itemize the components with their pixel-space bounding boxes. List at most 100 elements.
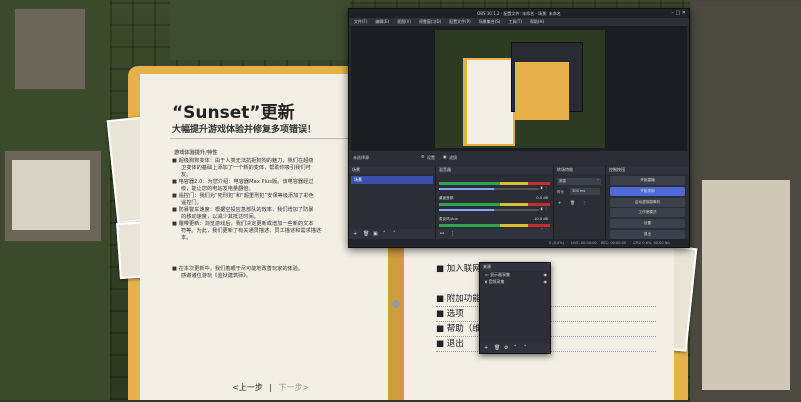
menu-docks[interactable]: 停靠窗口(D) (419, 19, 441, 24)
mixer-track: ◖ ⋮ (439, 175, 550, 195)
obs-preview[interactable] (351, 26, 687, 151)
trash-icon[interactable]: 🗑 (494, 345, 500, 351)
mixer-dock: 混音器 ◖ ⋮桌面音频0.0 dB◖ ⋮麦克风/Aux-10.0 dB◖ ⋮ ⚯… (436, 166, 554, 239)
volume-meter (439, 182, 550, 185)
window-controls: – □ ✕ (671, 9, 686, 18)
control-button[interactable]: 退出 (610, 229, 685, 239)
add-icon[interactable]: + (353, 231, 357, 237)
feature-list: ■ 超级狗狗变体：由于人类无法抗拒狗狗的魅力，我们在超级 卫变体的基础上添加了一… (172, 158, 372, 242)
minimize-icon[interactable]: – (671, 10, 674, 16)
control-button[interactable]: 启动虚拟摄像机 (610, 197, 685, 207)
scene-item[interactable]: 场景 (351, 176, 433, 184)
more-icon[interactable]: ⋮ (544, 185, 548, 190)
mixer-footer: ⚯ ⋮ (436, 229, 553, 239)
gear-icon[interactable]: ⚙ (504, 345, 508, 351)
sources-footer: + 🗑 ⚙ ˄ ˅ (480, 343, 550, 353)
link-icon[interactable]: ⚯ (440, 231, 444, 237)
title-divider (170, 138, 370, 139)
transition-more-icon[interactable]: ⋮ (582, 200, 586, 205)
prev-page-link[interactable]: <上一步 (232, 383, 263, 392)
obs-titlebar: OBS 30.1.2 - 配置文件: 未命名 - 场景: 未命名 (349, 9, 689, 18)
mixer-header: 混音器 (436, 166, 553, 174)
transition-trash-icon[interactable]: 🗑 (570, 200, 575, 205)
close-icon[interactable]: ✕ (682, 10, 686, 16)
transitions-dock: 转场特效 渐变 ˅ 时长 300 ms + 🗑 ⋮ (554, 166, 606, 239)
nav-separator: | (269, 383, 272, 392)
menu-scene-collection[interactable]: 场景集合(S) (479, 19, 501, 24)
preview-capture (435, 30, 605, 148)
menu-profile[interactable]: 配置文件(P) (449, 19, 471, 24)
feature-line: 符等。为此，我们更新了有关通员描述、员工描述和需求描述 (181, 228, 322, 234)
feature-line: 级，能让您的电站发电量翻倍。 (181, 186, 254, 192)
more-icon[interactable]: ⋮ (450, 231, 455, 237)
menu-view[interactable]: 视图(V) (397, 19, 411, 24)
source-settings-button[interactable]: 设置 (427, 155, 435, 161)
obs-window: OBS 30.1.2 - 配置文件: 未命名 - 场景: 未命名 – □ ✕ 文… (348, 8, 690, 248)
controls-header: 控制按钮 (606, 166, 689, 174)
controls-dock: 控制按钮 开始直播 开始录制 启动虚拟摄像机 工作室模式 设置 退出 (606, 166, 689, 239)
preview-page (467, 60, 513, 144)
sources-dock-floating: 来源 ▭ 显示器采集 ◉ ◖ 音频采集 ◉ + 🗑 ⚙ ˄ ˅ (479, 262, 551, 354)
move-up-icon[interactable]: ˄ (514, 345, 517, 351)
update-subtitle: 大幅提升游戏体验并修复多项错误！ (172, 125, 317, 135)
move-down-icon[interactable]: ˅ (393, 231, 396, 237)
obs-menubar: 文件(F) 编辑(E) 视图(V) 停靠窗口(D) 配置文件(P) 场景集合(S) 工具(T… (349, 18, 689, 26)
maximize-icon[interactable]: □ (675, 10, 680, 16)
control-buttons: 开始直播 开始录制 启动虚拟摄像机 工作室模式 设置 退出 (606, 174, 689, 239)
monitor-icon: ▭ (485, 272, 489, 277)
source-toolbar: 未选择源 ⚙ 设置 ▣ 滤镜 (349, 151, 689, 165)
scenes-dock: 场景 场景 + 🗑 ▣ ˄ ˅ (349, 166, 436, 239)
speaker-icon: ◖ (485, 279, 488, 284)
transition-type-select[interactable]: 渐变 ˅ (557, 178, 601, 185)
menu-help[interactable]: 帮助(H) (530, 19, 544, 24)
cpu-fps: CPU: 0.6%, 60.00 fps (633, 241, 670, 245)
track-icons: ◖ ⋮ (541, 185, 548, 190)
mixer-tracks: ◖ ⋮桌面音频0.0 dB◖ ⋮麦克风/Aux-10.0 dB◖ ⋮ (436, 175, 553, 237)
menu-file[interactable]: 文件(F) (354, 19, 367, 24)
next-page-link[interactable]: 下一步> (279, 383, 310, 392)
track-name (439, 175, 550, 180)
duration-label: 时长 (557, 190, 565, 194)
menu-tools[interactable]: 工具(T) (508, 19, 522, 24)
control-button[interactable]: 开始录制 (610, 186, 685, 196)
scenes-footer: + 🗑 ▣ ˄ ˅ (349, 229, 435, 239)
control-button[interactable]: 开始直播 (610, 176, 685, 185)
game-yard (170, 0, 350, 60)
move-up-icon[interactable]: ˄ (383, 231, 386, 237)
volume-meter (439, 203, 550, 206)
source-item-audio[interactable]: ◖ 音频采集 ◉ (480, 278, 550, 285)
add-icon[interactable]: + (484, 345, 488, 351)
update-footer: ■ 在本次更新中，我们着眼于尽可能地改善玩家的体验。 感谢诸位游玩《监狱建筑师》… (172, 266, 372, 280)
transition-add-icon[interactable]: + (558, 200, 561, 205)
footer-line: 感谢诸位游玩《监狱建筑师》。 (181, 273, 252, 279)
update-title: “Sunset”更新 (172, 103, 295, 123)
control-button[interactable]: 设置 (610, 219, 685, 229)
track-icons: ◖ ⋮ (541, 206, 548, 211)
feature-line: 友。 (181, 172, 192, 178)
source-filters-button[interactable]: 滤镜 (449, 155, 457, 161)
page-nav: <上一步 | 下一步> (232, 382, 309, 393)
track-level: 0.0 dB (536, 196, 548, 200)
volume-slider[interactable] (439, 209, 539, 211)
menu-edit[interactable]: 编辑(E) (375, 19, 389, 24)
feature-line: 本。 (181, 235, 192, 241)
feature-line: ■ 电容器2.0：为您介绍：电容器Max Plus版。该电容器经过 (172, 179, 314, 185)
source-item-display[interactable]: ▭ 显示器采集 ◉ (480, 271, 550, 278)
binder-ring (392, 300, 400, 308)
move-down-icon[interactable]: ˅ (524, 345, 527, 351)
volume-slider[interactable] (439, 188, 539, 190)
more-icon[interactable]: ⋮ (544, 206, 548, 211)
control-button[interactable]: 工作室模式 (610, 208, 685, 218)
trash-icon[interactable]: 🗑 (363, 231, 369, 237)
filter-icon[interactable]: ▣ (443, 154, 447, 159)
mixer-track: 桌面音频 0.0 dB ◖ ⋮ (439, 196, 550, 216)
lock-icon[interactable]: ◉ (544, 278, 551, 285)
speaker-icon[interactable]: ◖ (541, 185, 543, 190)
settings-gear-icon[interactable]: ⚙ (421, 154, 425, 159)
eye-icon[interactable]: ◉ (544, 271, 551, 278)
obs-statusbar: 0 (0.0%) LIVE: 00:00:00 REC: 00:00:00 CP… (349, 239, 689, 247)
speaker-icon[interactable]: ◖ (541, 206, 543, 211)
duration-input[interactable]: 300 ms (570, 188, 600, 195)
filter-icon[interactable]: ▣ (373, 231, 378, 237)
footer-line: ■ 在本次更新中，我们着眼于尽可能地改善玩家的体验。 (172, 266, 304, 272)
